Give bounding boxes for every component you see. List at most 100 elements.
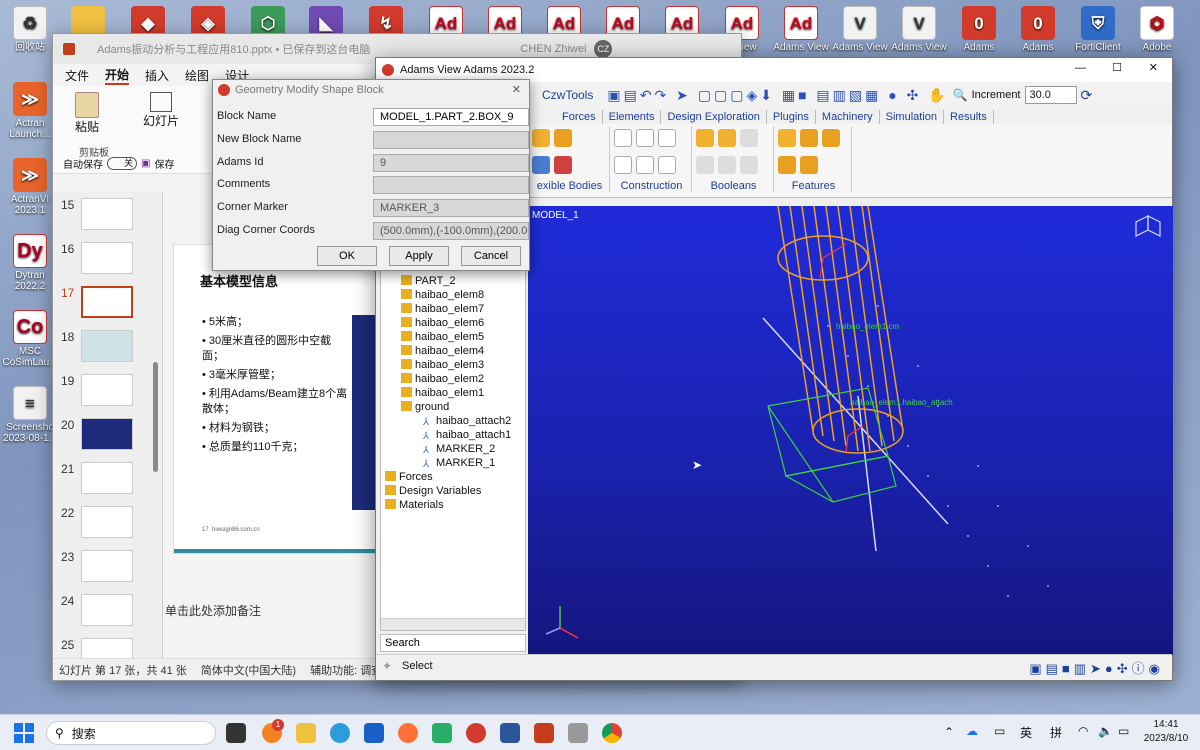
tree-node[interactable]: haibao_elem7 — [401, 303, 484, 315]
taskbar-search[interactable]: ⚲ 搜索 — [46, 721, 216, 745]
desktop-icon-dytran[interactable]: Dy Dytran 2022.2 — [2, 234, 58, 292]
status-language[interactable]: 简体中文(中国大陆) — [201, 662, 296, 678]
new-block-name-input[interactable] — [373, 131, 529, 149]
flex-body-icon[interactable] — [554, 129, 572, 147]
desktop-icon-adams-app[interactable]: 0 Adams — [951, 6, 1007, 53]
tree-node[interactable]: Forces — [385, 471, 433, 483]
menu-insert[interactable]: 插入 — [145, 67, 169, 84]
store-icon[interactable] — [364, 723, 384, 743]
arc-icon[interactable] — [614, 156, 632, 174]
desktop-icon-adams-view[interactable]: V Adams View — [891, 6, 947, 53]
clock[interactable]: 14:41 2023/8/10 — [1138, 718, 1194, 746]
word-icon[interactable] — [500, 723, 520, 743]
chamfer-icon[interactable] — [778, 129, 796, 147]
comments-input[interactable] — [373, 176, 529, 194]
tree-node[interactable]: ⅄ haibao_attach1 — [423, 429, 511, 442]
flex-body-icon[interactable] — [532, 156, 550, 174]
tree-node[interactable]: ⅄ MARKER_2 — [423, 443, 495, 456]
cut-icon[interactable] — [696, 156, 714, 174]
block-name-input[interactable]: MODEL_1.PART_2.BOX_9 — [373, 108, 529, 126]
ime-mode[interactable]: 拼 — [1050, 724, 1062, 741]
close-icon[interactable]: ✕ — [1149, 61, 1158, 74]
tray-chevron-icon[interactable]: ⌃ — [944, 725, 954, 739]
tree-node[interactable]: PART_2 — [401, 275, 456, 287]
slide-thumb-selected[interactable]: 17 — [61, 286, 153, 326]
ppt-user[interactable]: CHEN Zhiwei — [520, 43, 586, 55]
tab-results[interactable]: Results — [944, 110, 994, 124]
onedrive-icon[interactable]: ☁ — [966, 724, 978, 738]
czwtools-menu[interactable]: CzwTools — [542, 88, 593, 102]
new-slide-button[interactable]: 幻灯片 — [141, 92, 181, 129]
wifi-icon[interactable]: ◠ — [1078, 724, 1088, 738]
slide-thumb[interactable]: 18 — [61, 330, 153, 370]
flex-body-icon[interactable] — [554, 156, 572, 174]
intersect-icon[interactable] — [740, 129, 758, 147]
desktop-icon-adams-app[interactable]: 0 Adams — [1010, 6, 1066, 53]
union-icon[interactable] — [696, 129, 714, 147]
chrome-icon[interactable] — [602, 723, 622, 743]
desktop-icon-forticlient[interactable]: ⛨ FortiClient — [1070, 6, 1126, 53]
xyz-icon[interactable] — [636, 156, 654, 174]
tree-node[interactable]: haibao_elem6 — [401, 317, 484, 329]
tree-hscrollbar[interactable] — [381, 618, 525, 630]
desktop-icon-actranvi[interactable]: ≫ ActranVI 2023.1 — [2, 158, 58, 216]
point-icon[interactable] — [636, 129, 654, 147]
desktop-icon-actran[interactable]: ≫ Actran Launch... — [2, 82, 58, 140]
status-tool-icons[interactable]: ▣▤■▥➤●✣ⓘ◉ — [1029, 658, 1164, 677]
hole-icon[interactable] — [822, 129, 840, 147]
tab-design-exploration[interactable]: Design Exploration — [661, 110, 767, 124]
paste-button[interactable]: 粘贴 — [67, 92, 107, 135]
thumbnail-scrollbar[interactable] — [153, 362, 158, 472]
tree-node[interactable]: Design Variables — [385, 485, 481, 497]
increment-input[interactable]: 30.0 — [1024, 86, 1077, 104]
polyline-icon[interactable] — [658, 129, 676, 147]
app-taskbar-icon[interactable] — [568, 723, 588, 743]
merge-icon[interactable] — [718, 129, 736, 147]
status-accessibility[interactable]: 辅助功能: 调查 — [310, 662, 382, 678]
save-icon[interactable]: ▣ — [141, 158, 150, 169]
tree-node[interactable]: haibao_elem5 — [401, 331, 484, 343]
search-input[interactable]: Search — [380, 634, 526, 652]
marker-icon[interactable] — [614, 129, 632, 147]
slide-thumb[interactable]: 22 — [61, 506, 153, 546]
start-icon[interactable] — [14, 723, 34, 743]
dialog-close-icon[interactable]: ✕ — [512, 83, 521, 96]
menu-home[interactable]: 开始 — [105, 66, 130, 85]
maximize-icon[interactable]: ☐ — [1112, 61, 1122, 74]
ime-lang[interactable]: 英 — [1020, 724, 1032, 741]
shell-icon[interactable] — [800, 156, 818, 174]
slide-thumb[interactable]: 16 — [61, 242, 153, 282]
firefox-icon[interactable] — [398, 723, 418, 743]
slide-thumb[interactable]: 21 — [61, 462, 153, 502]
tree-node[interactable]: haibao_elem2 — [401, 373, 484, 385]
tree-node[interactable]: Materials — [385, 499, 444, 511]
spline-icon[interactable] — [658, 156, 676, 174]
minimize-icon[interactable]: — — [1075, 62, 1086, 74]
tab-plugins[interactable]: Plugins — [767, 110, 816, 124]
diag-corner-coords-input[interactable]: (500.0mm),(-100.0mm),(200.0mm) — [373, 222, 529, 240]
tree-node[interactable]: haibao_elem3 — [401, 359, 484, 371]
adams-id-input[interactable]: 9 — [373, 154, 529, 172]
tab-forces[interactable]: Forces — [556, 110, 603, 124]
cancel-button[interactable]: Cancel — [461, 246, 521, 266]
menu-file[interactable]: 文件 — [65, 67, 89, 84]
tree-node[interactable]: haibao_elem8 — [401, 289, 484, 301]
tree-node[interactable]: haibao_elem4 — [401, 345, 484, 357]
battery-icon[interactable]: ▭ — [1118, 724, 1129, 738]
tree-node[interactable]: ⅄ haibao_attach2 — [423, 415, 511, 428]
chain-icon[interactable] — [740, 156, 758, 174]
notes-pane[interactable]: 单击此处添加备注 — [165, 602, 375, 619]
slide-thumb[interactable]: 23 — [61, 550, 153, 590]
powerpoint-icon[interactable] — [534, 723, 554, 743]
menu-draw[interactable]: 绘图 — [185, 67, 209, 84]
desktop-icon-recycle-bin[interactable]: ♻ 回收站 — [2, 6, 58, 53]
desktop-icon-screenshot[interactable]: ≡ Screensho 2023-08-1... — [2, 386, 58, 444]
slide-thumb[interactable]: 20 — [61, 418, 153, 458]
tab-simulation[interactable]: Simulation — [880, 110, 945, 124]
desktop-icon-adams-view[interactable]: V Adams View — [832, 6, 888, 53]
tree-node-ground[interactable]: ground — [401, 401, 449, 413]
slide-thumb[interactable]: 15 — [61, 198, 153, 238]
rotate-icon[interactable]: ⟳ — [1081, 87, 1093, 104]
tree-node[interactable]: haibao_elem1 — [401, 387, 484, 399]
slide-thumb[interactable]: 24 — [61, 594, 153, 634]
